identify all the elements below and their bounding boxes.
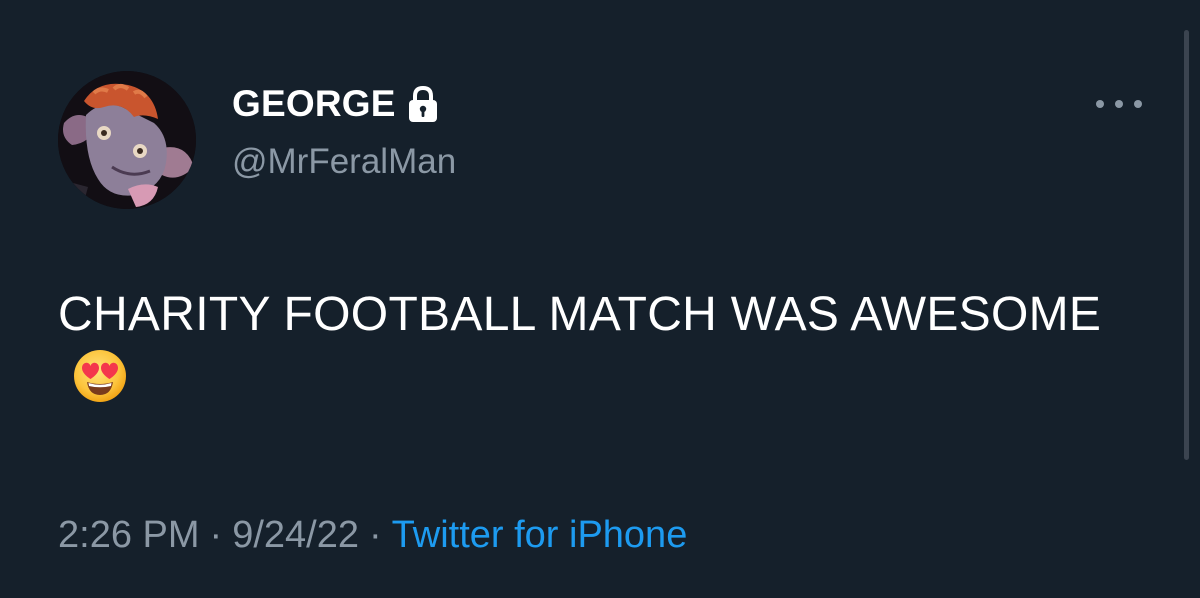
more-dot [1096,100,1104,108]
meta-separator: · [209,514,223,556]
author-name-row: GEORGE [232,82,440,126]
tweet-date[interactable]: 9/24/22 [232,514,359,556]
display-name[interactable]: GEORGE [232,82,396,126]
more-dot [1134,100,1142,108]
meta-separator: · [368,514,382,556]
avatar-image [58,71,196,209]
more-icon[interactable] [1096,92,1142,116]
avatar[interactable] [58,71,196,209]
tweet-time[interactable]: 2:26 PM [58,514,200,556]
user-handle[interactable]: @MrFeralMan [232,140,456,184]
tweet-body: CHARITY FOOTBALL MATCH WAS AWESOME [58,288,1102,341]
scrollbar[interactable] [1184,30,1189,460]
tweet-source-link[interactable]: Twitter for iPhone [392,514,688,556]
more-dot [1115,100,1123,108]
heart-eyes-emoji-icon [72,348,128,404]
tweet-detail: GEORGE @MrFeralMan CHARITY FOOTBALL MATC… [0,0,1200,598]
tweet-text: CHARITY FOOTBALL MATCH WAS AWESOME [58,282,1118,414]
lock-icon [406,84,440,124]
tweet-meta: 2:26 PM · 9/24/22 · Twitter for iPhone [58,508,687,562]
